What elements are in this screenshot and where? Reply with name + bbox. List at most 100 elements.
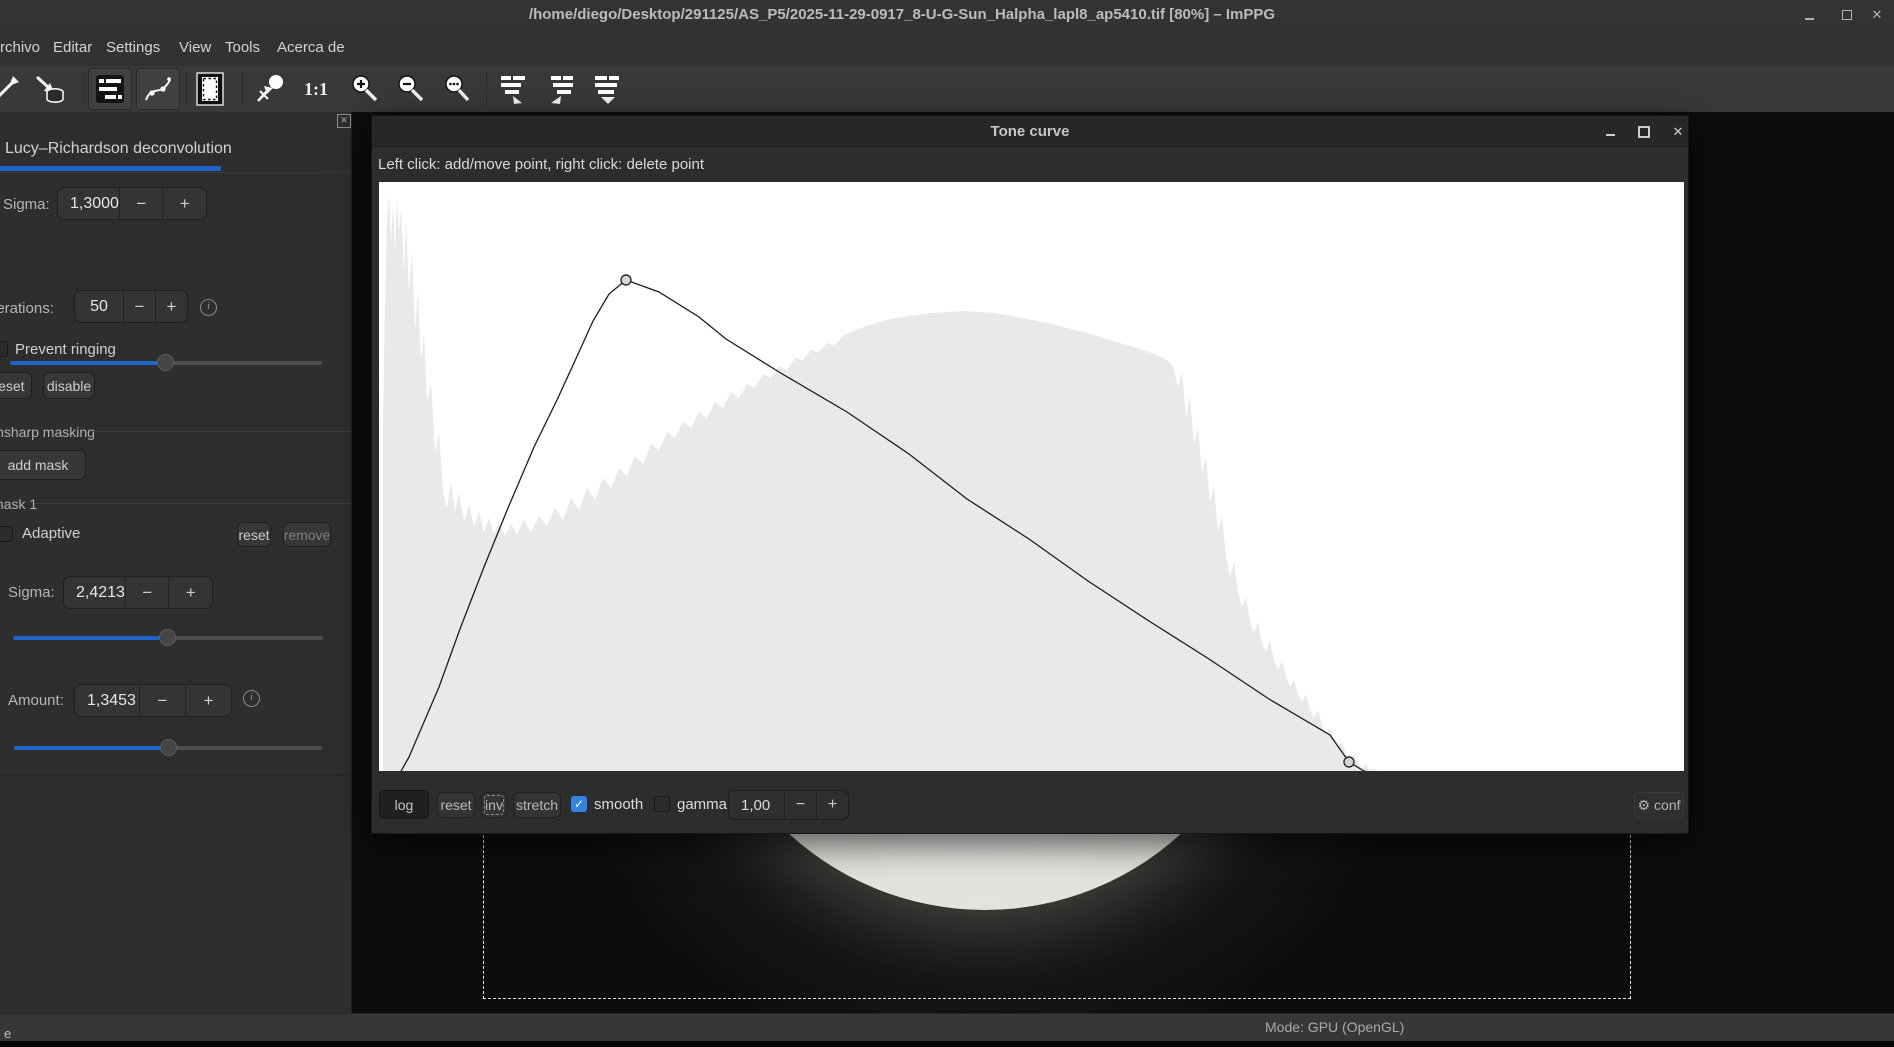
mask-remove-button[interactable]: remove: [283, 522, 331, 547]
mask-reset-button[interactable]: reset: [237, 522, 271, 547]
amount-slider[interactable]: [14, 738, 322, 757]
dialog-titlebar[interactable]: Tone curve ✕: [372, 116, 1688, 147]
dialog-title: Tone curve: [372, 116, 1688, 147]
mask-sigma-value[interactable]: 2,4213: [64, 577, 125, 608]
status-mode: Mode: GPU (OpenGL): [1265, 1014, 1404, 1041]
slider-thumb[interactable]: [160, 739, 177, 756]
mask-sigma-spinbox[interactable]: 2,4213 − +: [63, 576, 213, 609]
mask-sigma-label: Sigma:: [8, 584, 55, 601]
close-button[interactable]: ✕: [1868, 6, 1886, 24]
status-leftover-text: e: [4, 1026, 11, 1041]
sigma-increment-button[interactable]: +: [162, 188, 206, 219]
lr-disable-button[interactable]: disable: [43, 372, 95, 399]
menu-editar[interactable]: Editar: [53, 30, 92, 66]
menu-view[interactable]: View: [179, 30, 211, 66]
dialog-maximize-button[interactable]: [1636, 124, 1652, 140]
log-toggle-button[interactable]: log: [379, 790, 429, 819]
maximize-button[interactable]: [1838, 6, 1856, 24]
toggle-tone-curve-button[interactable]: [136, 68, 180, 110]
toolbar-separator: [186, 72, 187, 106]
iterations-increment-button[interactable]: +: [155, 291, 187, 322]
tone-curve-hint: Left click: add/move point, right click:…: [378, 147, 704, 182]
select-whole-image-icon: [194, 72, 226, 106]
dock-panel-right-button[interactable]: [496, 72, 532, 106]
smooth-label[interactable]: smooth: [594, 796, 643, 813]
toolbar-separator: [84, 72, 85, 106]
configure-button[interactable]: ⚙conf: [1634, 792, 1684, 818]
mask-sigma-decrement-button[interactable]: −: [125, 577, 169, 608]
menu-archivo[interactable]: Archivo: [0, 30, 40, 66]
save-file-button[interactable]: [32, 72, 68, 106]
menu-settings[interactable]: Settings: [106, 30, 160, 66]
slider-thumb[interactable]: [159, 629, 176, 646]
select-whole-image-button[interactable]: [192, 72, 228, 106]
gamma-spinbox[interactable]: 1,00 − +: [728, 790, 849, 820]
curve-control-point[interactable]: [1344, 757, 1354, 767]
mask-sigma-slider[interactable]: [13, 628, 323, 647]
lr-deconvolution-tab[interactable]: Lucy–Richardson deconvolution: [5, 140, 232, 158]
slider-thumb[interactable]: [157, 354, 174, 371]
zoom-in-icon: [348, 73, 380, 105]
curve-reset-button[interactable]: reset: [437, 792, 475, 818]
iterations-spinbox[interactable]: 50 − +: [74, 290, 188, 323]
toolbar: 1:1: [0, 66, 1894, 113]
smooth-checkbox[interactable]: ✓: [571, 796, 587, 812]
group-line: [92, 431, 352, 432]
gamma-checkbox[interactable]: [654, 796, 670, 812]
tab-active-underline: [0, 166, 221, 171]
gamma-value[interactable]: 1,00: [729, 791, 784, 819]
close-icon: ✕: [1673, 124, 1684, 140]
dock-panel-left-icon: [547, 73, 577, 105]
amount-decrement-button[interactable]: −: [139, 685, 185, 716]
toolbar-separator: [242, 72, 243, 106]
dialog-minimize-button[interactable]: [1602, 124, 1618, 140]
dock-panel-left-button[interactable]: [544, 72, 580, 106]
open-file-button[interactable]: [0, 72, 24, 106]
save-file-icon: [34, 73, 66, 105]
amount-value[interactable]: 1,3453: [75, 685, 139, 716]
stretch-button[interactable]: stretch: [513, 792, 561, 818]
toggle-processing-panel-button[interactable]: [88, 68, 132, 110]
zoom-100-button[interactable]: 1:1: [298, 72, 334, 106]
tone-curve-editor[interactable]: [379, 182, 1684, 771]
window-titlebar: /home/diego/Desktop/291125/AS_P5/2025-11…: [0, 0, 1894, 31]
mask-sigma-increment-button[interactable]: +: [168, 577, 212, 608]
zoom-custom-button[interactable]: [438, 72, 474, 106]
sigma-decrement-button[interactable]: −: [119, 188, 163, 219]
gamma-increment-button[interactable]: +: [816, 791, 848, 819]
sigma-spinbox[interactable]: 1,3000 − +: [57, 187, 207, 220]
amount-spinbox[interactable]: 1,3453 − +: [74, 684, 232, 717]
zoom-out-button[interactable]: [392, 72, 428, 106]
adaptive-label[interactable]: Adaptive: [22, 525, 80, 542]
prevent-ringing-label[interactable]: Prevent ringing: [15, 341, 116, 358]
iterations-info-icon: i: [200, 299, 217, 316]
menu-tools[interactable]: Tools: [225, 30, 260, 66]
iterations-label: Iterations:: [0, 300, 54, 317]
add-mask-button[interactable]: add mask: [0, 450, 86, 480]
panel-close-button[interactable]: ✕: [337, 114, 351, 128]
conf-label: conf: [1654, 797, 1680, 813]
menu-acerca-de[interactable]: Acerca de: [277, 30, 345, 66]
dock-panel-down-button[interactable]: [590, 72, 626, 106]
iterations-decrement-button[interactable]: −: [123, 291, 155, 322]
zoom-in-button[interactable]: [346, 72, 382, 106]
curve-control-point[interactable]: [621, 275, 631, 285]
invert-button[interactable]: inv: [481, 792, 507, 818]
gamma-decrement-button[interactable]: −: [784, 791, 816, 819]
prevent-ringing-checkbox[interactable]: [0, 341, 8, 357]
fit-in-window-button[interactable]: [252, 72, 288, 106]
processing-settings-panel: ✕ Lucy–Richardson deconvolution Sigma: 1…: [0, 112, 352, 1013]
dialog-close-button[interactable]: ✕: [1670, 124, 1686, 140]
tone-curve-canvas[interactable]: [379, 182, 1684, 771]
iterations-value[interactable]: 50: [75, 291, 123, 322]
group-line: [34, 503, 352, 504]
lr-reset-button[interactable]: reset: [0, 372, 32, 399]
gamma-label[interactable]: gamma: [677, 796, 727, 813]
adaptive-checkbox[interactable]: [0, 526, 13, 542]
amount-increment-button[interactable]: +: [185, 685, 231, 716]
histogram: [383, 196, 1378, 771]
sigma-value[interactable]: 1,3000: [58, 188, 119, 219]
tab-divider: [0, 172, 352, 173]
minimize-button[interactable]: [1800, 6, 1818, 24]
minimize-icon: [1606, 134, 1615, 136]
